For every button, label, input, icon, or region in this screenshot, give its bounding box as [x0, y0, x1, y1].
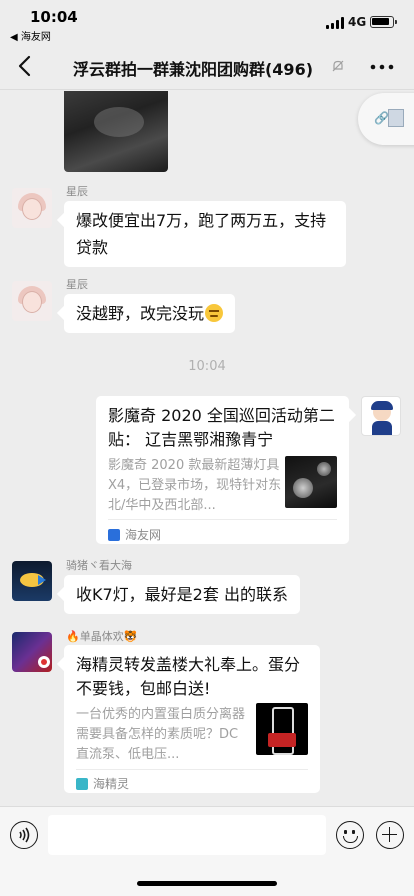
link-card-title: 海精灵转发盖楼大礼奉上。蛋分不要钱，包邮白送! [76, 655, 301, 698]
sender-name: 🔥单晶体欢🐯 [66, 630, 138, 643]
more-options-icon[interactable] [370, 64, 394, 70]
status-time: 10:04 [30, 8, 78, 26]
link-card-source: 海精灵 [76, 775, 129, 792]
network-type: 4G [348, 15, 367, 29]
more-functions-button[interactable] [376, 821, 404, 849]
back-arrow-icon[interactable] [14, 54, 38, 78]
emoji-button[interactable] [336, 821, 364, 849]
link-card-thumbnail [285, 456, 337, 508]
message-bubble[interactable]: 爆改便宜出7万，跑了两万五，支持贷款 [64, 201, 346, 267]
chat-title: 浮云群拍一群兼沈阳团购群(496) [72, 60, 314, 79]
chat-area[interactable]: 🔗 星辰 爆改便宜出7万，跑了两万五，支持贷款 星辰 没越野，改完没玩 10:0… [0, 91, 414, 805]
sender-name: 星辰 [66, 185, 88, 198]
mute-bell-icon [332, 60, 344, 72]
sender-name: 骑猪ヾ看大海 [66, 559, 132, 572]
floating-window-thumb [388, 109, 404, 127]
status-bar: 10:04 ◀ 海友网 4G [0, 0, 414, 44]
message-input[interactable] [48, 815, 326, 855]
voice-input-button[interactable] [10, 821, 38, 849]
avatar[interactable] [12, 632, 52, 672]
message-text: 没越野，改完没玩 [76, 304, 205, 323]
avatar[interactable] [12, 188, 52, 228]
link-card-title: 影魔奇 2020 全国巡回活动第二贴： 辽吉黑鄂湘豫青宁 [108, 406, 335, 449]
link-card[interactable]: 海精灵转发盖楼大礼奉上。蛋分不要钱，包邮白送! 一台优秀的内置蛋白质分离器需要具… [64, 645, 320, 793]
home-indicator [137, 881, 277, 886]
time-divider: 10:04 [188, 359, 226, 374]
image-message[interactable] [64, 91, 168, 172]
voice-icon [19, 827, 30, 843]
battery-icon [370, 16, 397, 28]
message-bubble[interactable]: 没越野，改完没玩 [64, 294, 236, 333]
floating-window-button[interactable]: 🔗 [358, 93, 414, 145]
signal-icon [326, 17, 344, 29]
source-logo-icon [108, 529, 120, 541]
link-card-thumbnail [256, 703, 308, 755]
avatar[interactable] [12, 281, 52, 321]
input-bar [0, 806, 414, 896]
link-card-description: 影魔奇 2020 款最新超薄灯具 X4，已登录市场，现特针对东北/华中及西北部.… [108, 458, 282, 513]
avatar-self[interactable] [361, 396, 401, 436]
link-icon: 🔗 [374, 111, 389, 125]
sender-name: 星辰 [66, 278, 88, 291]
link-card[interactable]: 影魔奇 2020 全国巡回活动第二贴： 辽吉黑鄂湘豫青宁 影魔奇 2020 款最… [96, 396, 349, 544]
smirk-emoji-icon [205, 304, 224, 322]
message-bubble[interactable]: 收K7灯，最好是2套 出的联系 [64, 575, 300, 614]
link-card-source: 海友网 [108, 526, 161, 543]
link-card-description: 一台优秀的内置蛋白质分离器需要具备怎样的素质呢？DC 直流泵、低电压... [76, 707, 246, 762]
chat-header: 浮云群拍一群兼沈阳团购群(496) [0, 44, 414, 90]
avatar[interactable] [12, 561, 52, 601]
back-to-app-link[interactable]: ◀ 海友网 [10, 28, 51, 43]
source-logo-icon [76, 778, 88, 790]
